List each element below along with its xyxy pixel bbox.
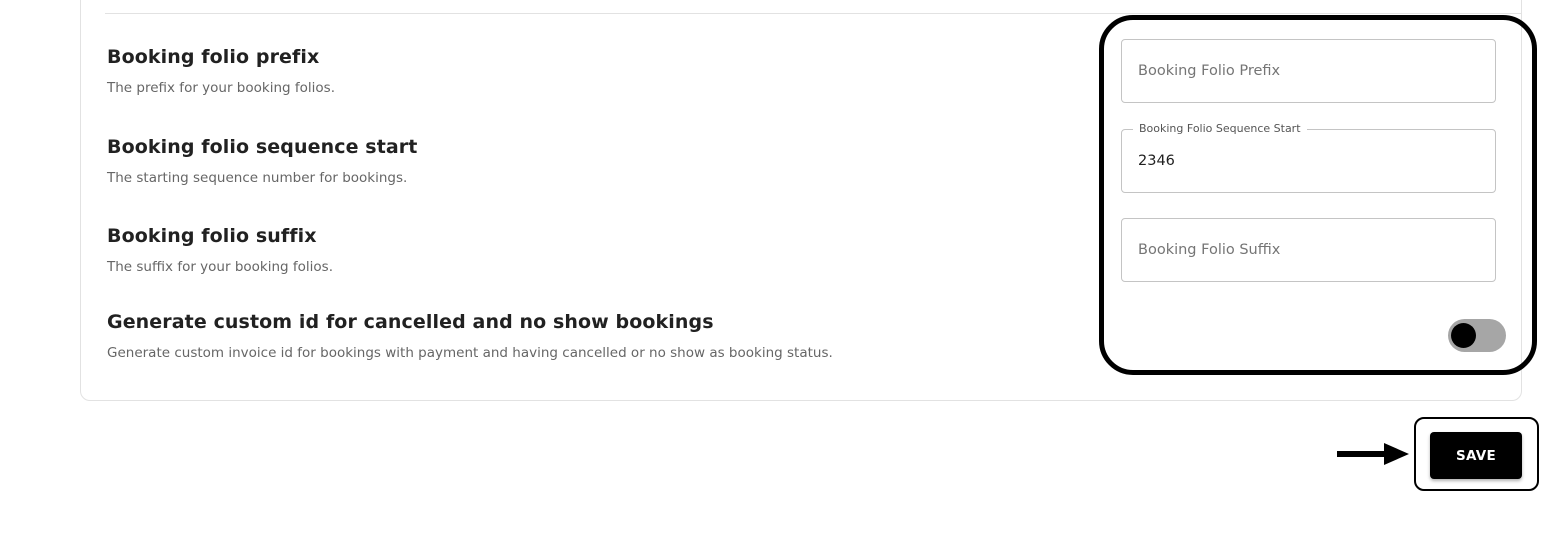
prefix-description: The prefix for your booking folios.: [107, 80, 335, 96]
arrow-right-icon: [1337, 443, 1409, 465]
prefix-title: Booking folio prefix: [107, 46, 320, 68]
sequence-start-input[interactable]: [1122, 130, 1495, 192]
save-button[interactable]: SAVE: [1430, 432, 1522, 479]
custom-id-title: Generate custom id for cancelled and no …: [107, 311, 714, 333]
suffix-field[interactable]: [1121, 218, 1496, 282]
suffix-description: The suffix for your booking folios.: [107, 259, 333, 275]
sequence-start-field[interactable]: Booking Folio Sequence Start: [1121, 122, 1496, 193]
prefix-field[interactable]: [1121, 39, 1496, 103]
suffix-input[interactable]: [1122, 219, 1495, 281]
sequence-start-description: The starting sequence number for booking…: [107, 170, 408, 186]
sequence-start-title: Booking folio sequence start: [107, 136, 418, 158]
prefix-input[interactable]: [1122, 40, 1495, 102]
toggle-knob: [1451, 323, 1476, 348]
custom-id-toggle[interactable]: [1448, 319, 1506, 352]
custom-id-description: Generate custom invoice id for bookings …: [107, 345, 833, 361]
section-divider: [105, 13, 1521, 14]
suffix-title: Booking folio suffix: [107, 225, 317, 247]
